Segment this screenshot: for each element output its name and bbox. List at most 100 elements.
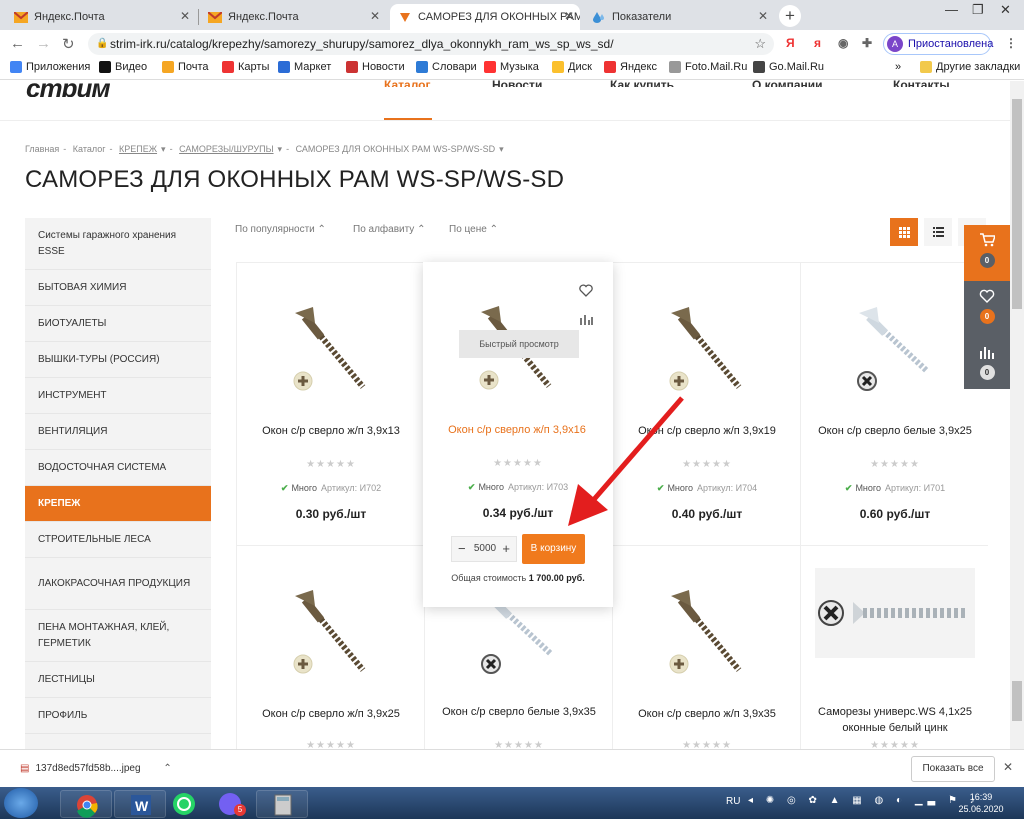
close-icon[interactable]: ✕	[370, 9, 380, 23]
minus-icon[interactable]: −	[458, 541, 466, 556]
quantity-input[interactable]: 5000	[472, 543, 498, 554]
sidebar-item[interactable]: ПЕНА МОНТАЖНАЯ, КЛЕЙ, ГЕРМЕТИК	[25, 610, 211, 662]
bookmark-item[interactable]: Go.Mail.Ru	[753, 61, 824, 73]
calculator-taskbar-button[interactable]	[256, 790, 308, 818]
download-item[interactable]: ▤ 137d8ed57fd58b....jpeg ⌃	[20, 763, 172, 774]
forward-icon[interactable]: →	[36, 35, 51, 52]
url-input[interactable]: 🔒 strim-irk.ru/catalog/krepezhy/samorezy…	[88, 33, 774, 55]
chevron-down-icon[interactable]: ▾	[161, 144, 166, 154]
product-name[interactable]: Окон с/р сверло ж/п 3,9х25	[249, 706, 413, 722]
screw-image[interactable]	[667, 590, 757, 680]
word-taskbar-button[interactable]: W	[114, 790, 166, 818]
bookmark-item[interactable]: Диск	[552, 61, 592, 73]
clock[interactable]: 16:39 25.06.2020	[953, 791, 1009, 815]
browser-tab-active[interactable]: САМОРЕЗ ДЛЯ ОКОННЫХ РАМ ✕	[390, 4, 580, 30]
window-close-icon[interactable]: ✕	[1000, 2, 1011, 18]
close-icon[interactable]: ✕	[1003, 760, 1013, 774]
new-tab-button[interactable]: +	[779, 5, 801, 27]
screw-image[interactable]	[815, 568, 975, 658]
screw-image[interactable]	[291, 590, 381, 680]
bookmark-star-icon[interactable]: ☆	[754, 33, 766, 55]
quick-view-button[interactable]: Быстрый просмотр	[459, 330, 579, 358]
bookmark-item[interactable]: Карты	[222, 61, 269, 73]
menu-kebab-icon[interactable]: ⋮	[1005, 36, 1017, 50]
menu-item-how-to-buy[interactable]: Как купить	[610, 75, 674, 87]
breadcrumb-item[interactable]: Главная	[25, 144, 59, 154]
close-icon[interactable]: ✕	[564, 9, 574, 23]
more-bookmarks[interactable]: »	[895, 61, 901, 73]
yandex-ext-icon[interactable]: я	[814, 36, 821, 50]
add-to-cart-button[interactable]: В корзину	[522, 534, 585, 564]
bookmark-item[interactable]: Приложения	[10, 61, 90, 73]
sidebar-item[interactable]: СТРОИТЕЛЬНЫЕ ЛЕСА	[25, 522, 211, 558]
bookmark-folder[interactable]: Другие закладки	[920, 61, 1020, 73]
sidebar-item[interactable]: ПРОФИЛЬ	[25, 698, 211, 734]
show-all-downloads-button[interactable]: Показать все	[911, 756, 995, 782]
browser-tab[interactable]: Показатели ✕	[584, 4, 774, 30]
product-name[interactable]: Окон с/р сверло белые 3,9х25	[813, 423, 977, 439]
sort-alphabet[interactable]: По алфавиту ⌃	[353, 224, 425, 235]
sidebar-item[interactable]: Системы гаражного хранения ESSE	[25, 218, 211, 270]
chrome-taskbar-button[interactable]	[60, 790, 112, 818]
menu-item-about[interactable]: О компании	[752, 75, 823, 87]
screw-image[interactable]	[667, 307, 757, 397]
start-button[interactable]	[4, 788, 38, 818]
ext-icon[interactable]: ◉	[838, 36, 848, 50]
breadcrumb-item[interactable]: САМОРЕЗЫ/ШУРУПЫ	[179, 144, 273, 154]
bookmark-item[interactable]: Словари	[416, 61, 477, 73]
menu-item-catalog[interactable]: Каталог	[384, 75, 431, 87]
floating-cart-button[interactable]: 0	[964, 225, 1010, 281]
language-indicator[interactable]: RU	[726, 796, 740, 807]
browser-tab[interactable]: Яндекс.Почта ✕	[200, 4, 386, 30]
site-logo[interactable]: стрим	[26, 81, 110, 97]
page-scrollbar[interactable]	[1010, 81, 1024, 749]
back-icon[interactable]: ←	[10, 35, 25, 52]
scrollbar-thumb[interactable]	[1012, 99, 1022, 309]
close-icon[interactable]: ✕	[180, 9, 190, 23]
bookmark-item[interactable]: Маркет	[278, 61, 331, 73]
heart-icon[interactable]	[579, 284, 593, 298]
product-card[interactable]: Окон с/р сверло белые 3,9х25 ★★★★★ ✔ Мног…	[800, 262, 988, 545]
reload-icon[interactable]: ↻	[62, 35, 75, 53]
close-icon[interactable]: ✕	[758, 9, 768, 23]
list-view-button[interactable]	[924, 218, 952, 246]
screw-image[interactable]	[291, 307, 381, 397]
plus-icon[interactable]: +	[502, 541, 510, 556]
browser-tab[interactable]: Яндекс.Почта ✕	[6, 4, 196, 30]
chevron-up-icon[interactable]: ⌃	[163, 763, 171, 774]
yandex-ext-icon[interactable]: Я	[786, 36, 795, 50]
quantity-stepper[interactable]: − 5000 +	[451, 536, 517, 562]
bookmark-item[interactable]: Видео	[99, 61, 147, 73]
bookmark-item[interactable]: Новости	[346, 61, 405, 73]
menu-item-contacts[interactable]: Контакты	[893, 75, 950, 87]
product-name[interactable]: Саморезы универс.WS 4,1х25 оконные белый…	[813, 704, 977, 736]
screw-image[interactable]	[855, 307, 945, 397]
menu-item-news[interactable]: Новости	[492, 75, 542, 87]
sidebar-item[interactable]: ЛЕСТНИЦЫ	[25, 662, 211, 698]
bookmark-item[interactable]: Почта	[162, 61, 209, 73]
product-name[interactable]: Окон с/р сверло ж/п 3,9х13	[249, 423, 413, 439]
bookmark-item[interactable]: Музыка	[484, 61, 539, 73]
sidebar-item[interactable]: ВОДОСТОЧНАЯ СИСТЕМА	[25, 450, 211, 486]
sort-popularity[interactable]: По популярности ⌃	[235, 224, 326, 235]
sidebar-item[interactable]: ВЕНТИЛЯЦИЯ	[25, 414, 211, 450]
sidebar-item[interactable]: БИОТУАЛЕТЫ	[25, 306, 211, 342]
extensions-puzzle-icon[interactable]: ✚	[862, 36, 872, 50]
breadcrumb-item[interactable]: КРЕПЕЖ	[119, 144, 157, 154]
product-card[interactable]: Окон с/р сверло ж/п 3,9х13 ★★★★★ ✔ Много А…	[236, 262, 424, 545]
sidebar-item-active[interactable]: КРЕПЕЖ	[25, 486, 211, 522]
product-name[interactable]: Окон с/р сверло ж/п 3,9х35	[625, 706, 789, 722]
tray-icons[interactable]: ◂ ✺ ◎ ✿ ▲ ▦ ◍ ◐ ▁▃ ⚑ ♪	[748, 795, 980, 806]
chevron-down-icon[interactable]: ▾	[278, 144, 283, 154]
sidebar-item[interactable]: ЛАКОКРАСОЧНАЯ ПРОДУКЦИЯ	[25, 558, 211, 610]
bookmark-item[interactable]: Foto.Mail.Ru	[669, 61, 747, 73]
maximize-icon[interactable]: ❐	[972, 2, 984, 18]
sidebar-item[interactable]: БЫТОВАЯ ХИМИЯ	[25, 270, 211, 306]
sort-price[interactable]: По цене ⌃	[449, 224, 498, 235]
floating-compare-button[interactable]: 0	[964, 337, 1010, 389]
sidebar-item[interactable]: ВЫШКИ-ТУРЫ (РОССИЯ)	[25, 342, 211, 378]
sidebar-item[interactable]: ИНСТРУМЕНТ	[25, 378, 211, 414]
breadcrumb-item[interactable]: Каталог	[73, 144, 106, 154]
compare-bars-icon[interactable]	[579, 312, 593, 326]
profile-button[interactable]: A Приостановлена	[883, 33, 993, 55]
